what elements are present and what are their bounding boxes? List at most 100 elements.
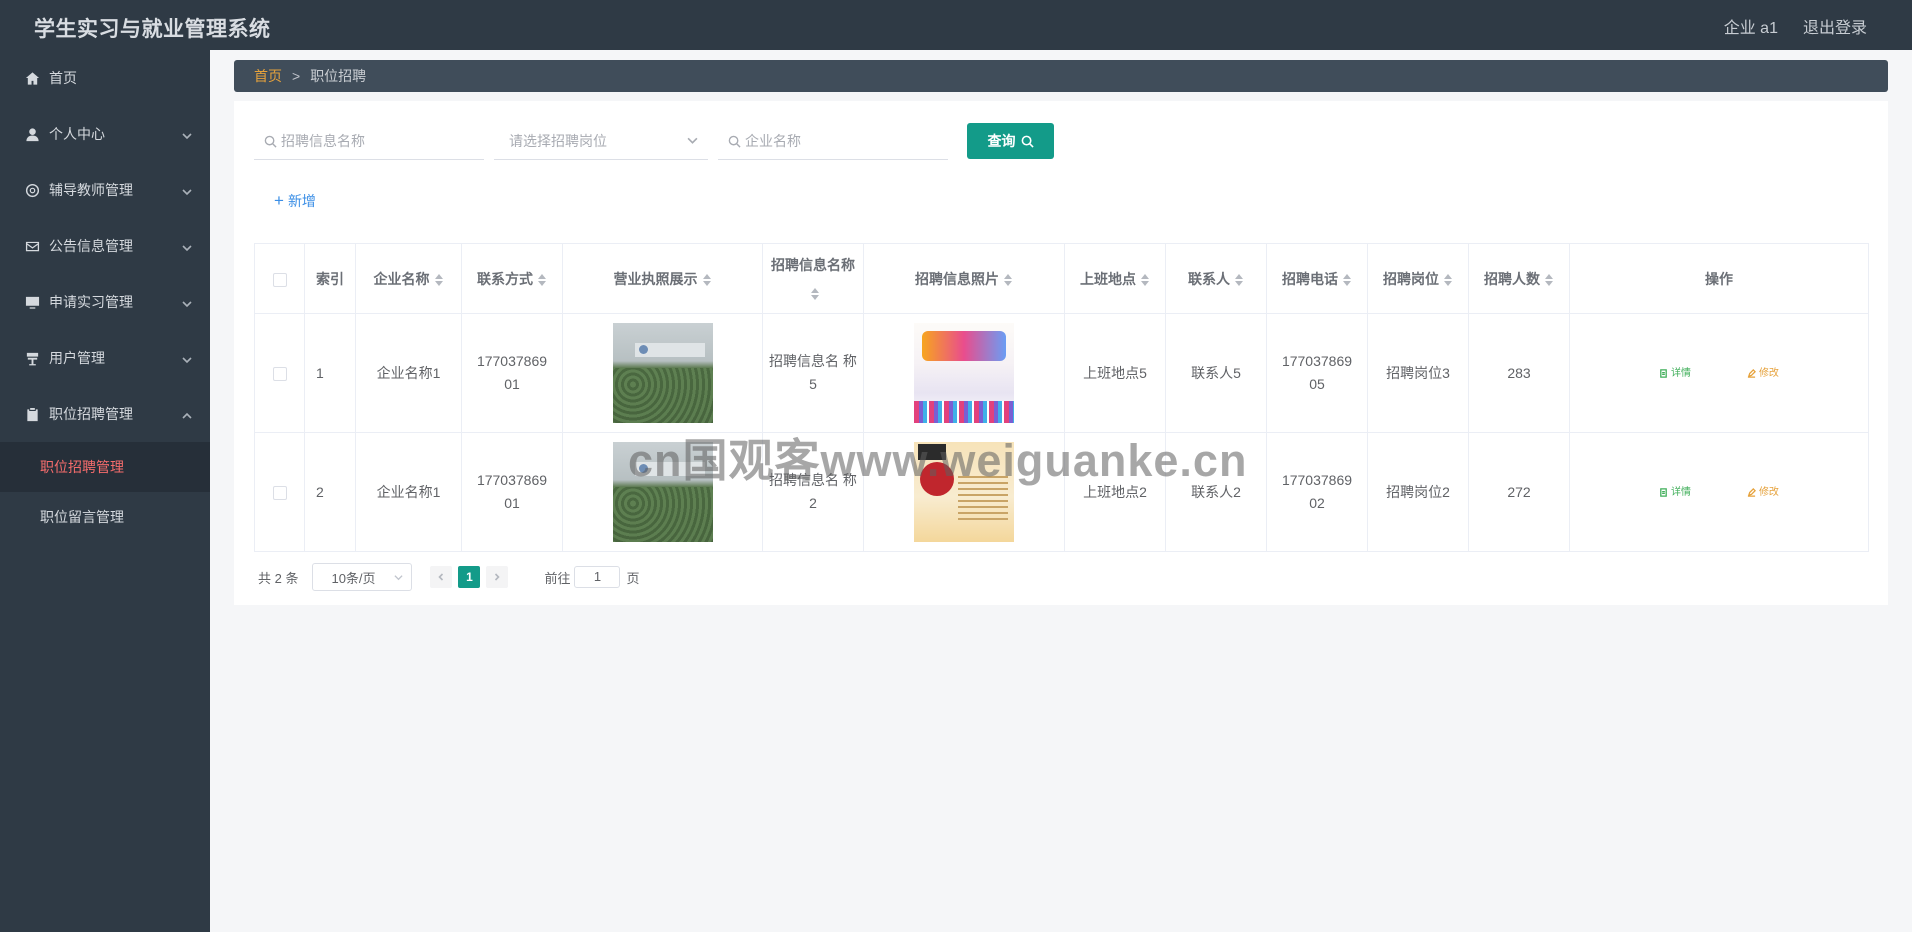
query-button[interactable]: 查询 <box>967 123 1054 159</box>
edit-button[interactable]: 修改 <box>1747 362 1779 385</box>
select-all-checkbox[interactable] <box>272 272 287 287</box>
document-icon <box>1660 368 1667 378</box>
cell-contact: 177037869 01 <box>461 432 563 552</box>
position-select[interactable]: 请选择招聘岗位 <box>494 123 708 160</box>
add-button[interactable]: + 新增 <box>274 191 316 211</box>
sort-icon[interactable] <box>1141 273 1150 287</box>
sort-icon[interactable] <box>538 273 547 287</box>
business-license-image[interactable] <box>612 442 713 542</box>
goto-page-input[interactable]: 1 <box>574 566 621 588</box>
cell-license <box>562 432 763 552</box>
table-row: 1 企业名称1 177037869 01 招聘信息名 称5 上班地点5 联系人5… <box>254 313 1869 433</box>
column-header-license[interactable]: 营业执照展示 <box>562 243 763 314</box>
recruitment-photo-image[interactable] <box>914 323 1014 423</box>
sidebar-item-label: 申请实习管理 <box>49 294 133 310</box>
poster-hat-shape <box>918 444 946 460</box>
sort-icon[interactable] <box>1004 273 1013 287</box>
page-number-button[interactable]: 1 <box>458 566 481 588</box>
recruit-name-input[interactable] <box>281 133 441 149</box>
page-size-value: 10条/页 <box>331 570 376 586</box>
sidebar-item-label: 职位招聘管理 <box>49 406 133 422</box>
cell-recruit-photo <box>863 432 1065 552</box>
next-page-button[interactable] <box>486 566 509 588</box>
sidebar-item-tutor-management[interactable]: 辅导教师管理 <box>0 162 210 218</box>
app-title: 学生实习与就业管理系统 <box>34 18 271 41</box>
column-header-contact-person[interactable]: 联系人 <box>1165 243 1267 314</box>
sort-icon[interactable] <box>434 273 444 287</box>
company-name-input[interactable] <box>745 133 905 149</box>
sidebar-item-internship-application[interactable]: 申请实习管理 <box>0 274 210 330</box>
goto-prefix: 前往 <box>544 570 571 586</box>
chevron-down-icon <box>182 352 192 364</box>
row-checkbox[interactable] <box>272 366 287 381</box>
column-header-count[interactable]: 招聘人数 <box>1468 243 1570 314</box>
column-header-company[interactable]: 企业名称 <box>355 243 462 314</box>
lifebuoy-icon <box>24 182 40 198</box>
sort-icon[interactable] <box>702 273 712 287</box>
cell-recruit-name: 招聘信息名 称2 <box>762 432 864 552</box>
sort-icon[interactable] <box>1444 273 1453 287</box>
add-button-label: 新增 <box>287 193 316 209</box>
podium-icon <box>24 350 40 366</box>
column-header-position[interactable]: 招聘岗位 <box>1367 243 1469 314</box>
logout-button[interactable]: 退出登录 <box>1803 14 1867 38</box>
chevron-down-icon <box>687 133 698 149</box>
cell-index: 2 <box>304 432 356 552</box>
sort-icon[interactable] <box>811 287 820 301</box>
column-header-label: 上班地点 <box>1080 270 1136 287</box>
prev-page-button[interactable] <box>430 566 453 588</box>
edit-label: 修改 <box>1758 486 1779 498</box>
column-header-contact[interactable]: 联系方式 <box>461 243 563 314</box>
detail-label: 详情 <box>1671 486 1692 498</box>
search-icon <box>728 135 741 148</box>
pencil-icon <box>1747 487 1756 497</box>
chevron-down-icon <box>182 296 192 308</box>
page-size-select[interactable]: 10条/页 <box>312 563 413 591</box>
sort-icon[interactable] <box>1235 273 1244 287</box>
column-header-phone[interactable]: 招聘电话 <box>1266 243 1368 314</box>
edit-button[interactable]: 修改 <box>1747 481 1779 504</box>
cell-location: 上班地点2 <box>1064 432 1166 552</box>
user-label[interactable]: 企业 a1 <box>1724 14 1778 38</box>
main-content: 请选择招聘岗位 查询 + 新增 索引 企业名称 联系方式 营业执照展示 招聘信息… <box>234 101 1888 605</box>
search-icon <box>264 135 277 148</box>
sidebar-item-user-management[interactable]: 用户管理 <box>0 330 210 386</box>
cell-contact-person: 联系人5 <box>1165 313 1267 433</box>
cell-contact: 177037869 01 <box>461 313 563 433</box>
chevron-up-icon <box>182 408 192 419</box>
cell-location: 上班地点5 <box>1064 313 1166 433</box>
sort-icon[interactable] <box>1545 273 1554 287</box>
table-header-row: 索引 企业名称 联系方式 营业执照展示 招聘信息名称 招聘信息照片 上班地点 联… <box>254 243 1869 314</box>
column-header-index: 索引 <box>304 243 356 314</box>
cell-position: 招聘岗位3 <box>1367 313 1469 433</box>
detail-button[interactable]: 详情 <box>1659 362 1691 385</box>
column-header-recruit-photo[interactable]: 招聘信息照片 <box>863 243 1065 314</box>
sidebar-subitem-job-recruitment[interactable]: 职位招聘管理 <box>0 442 210 492</box>
search-icon <box>1021 135 1034 148</box>
license-leaf-shape <box>612 487 713 542</box>
sidebar-item-personal-center[interactable]: 个人中心 <box>0 106 210 162</box>
detail-button[interactable]: 详情 <box>1659 481 1691 504</box>
breadcrumb-home-link[interactable]: 首页 <box>254 66 282 86</box>
recruitment-photo-image[interactable] <box>914 442 1014 542</box>
sort-icon[interactable] <box>1343 273 1352 287</box>
search-form: 请选择招聘岗位 查询 <box>254 123 1054 161</box>
pagination-total: 共 2 条 <box>258 570 299 586</box>
mail-icon <box>24 238 40 254</box>
poster-banner-shape <box>922 331 1006 361</box>
column-header-location[interactable]: 上班地点 <box>1064 243 1166 314</box>
document-icon <box>1660 487 1667 497</box>
sidebar-item-job-recruitment[interactable]: 职位招聘管理 <box>0 386 210 442</box>
row-select-cell <box>254 432 305 552</box>
business-license-image[interactable] <box>612 323 713 423</box>
sidebar-subitem-job-messages[interactable]: 职位留言管理 <box>0 492 210 542</box>
row-checkbox[interactable] <box>272 485 287 500</box>
license-leaf-shape <box>612 368 713 423</box>
company-name-field <box>718 123 948 160</box>
cell-position: 招聘岗位2 <box>1367 432 1469 552</box>
column-header-label: 招聘信息名称 <box>771 256 855 273</box>
sidebar-item-announcement-management[interactable]: 公告信息管理 <box>0 218 210 274</box>
sidebar-item-home[interactable]: 首页 <box>0 50 210 106</box>
sidebar-item-label: 首页 <box>49 70 77 86</box>
column-header-recruit-name[interactable]: 招聘信息名称 <box>762 243 864 314</box>
